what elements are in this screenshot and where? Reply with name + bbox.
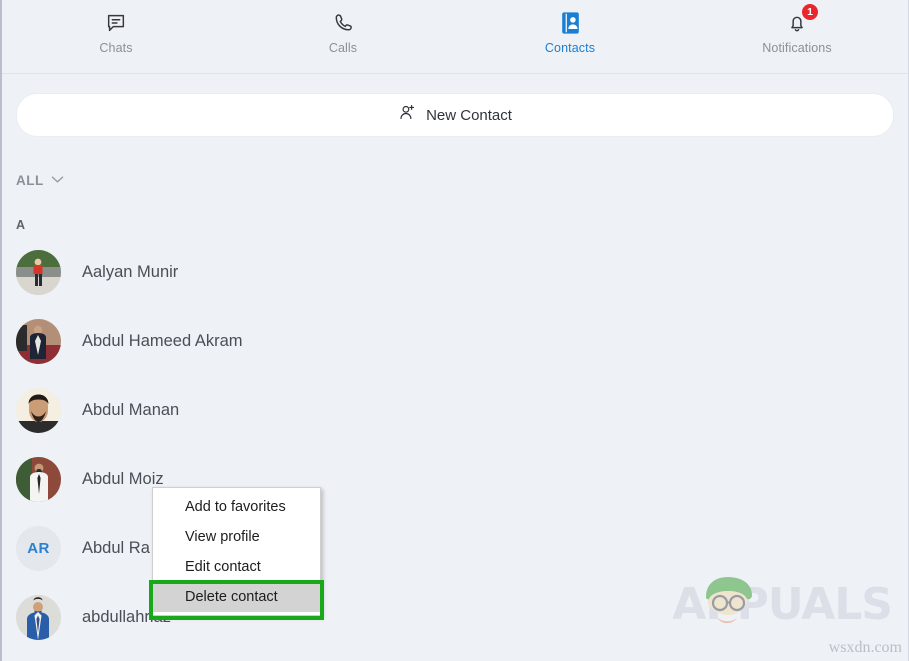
avatar <box>16 388 61 433</box>
new-contact-button[interactable]: New Contact <box>16 93 894 137</box>
contacts-filter-dropdown[interactable]: ALL <box>16 171 78 189</box>
nav-tab-calls[interactable]: Calls <box>283 9 403 55</box>
app-window: Chats Calls Contacts 1 Notifications New… <box>0 0 909 661</box>
notification-badge: 1 <box>802 4 818 20</box>
contact-list-item[interactable]: Abdul Hameed Akram <box>2 307 908 376</box>
chat-bubble-icon <box>105 9 127 37</box>
new-contact-label: New Contact <box>426 106 512 124</box>
person-plus-icon <box>398 103 417 127</box>
contact-name: Abdul Manan <box>82 401 180 419</box>
context-menu-item-view-profile[interactable]: View profile <box>153 522 320 552</box>
context-menu-item-edit-contact[interactable]: Edit contact <box>153 552 320 582</box>
context-menu-item-delete-contact[interactable]: Delete contact <box>153 582 320 612</box>
avatar <box>16 319 61 364</box>
contacts-section-header: A <box>16 218 26 232</box>
contacts-filter-label: ALL <box>16 172 44 188</box>
contact-list-item[interactable]: abdullahriaz <box>2 583 908 652</box>
nav-tab-contacts[interactable]: Contacts <box>510 9 630 55</box>
new-contact-section: New Contact <box>2 74 908 137</box>
nav-tab-notifications[interactable]: 1 Notifications <box>737 4 857 55</box>
contact-name: Abdul Ra <box>82 539 150 557</box>
nav-tab-chats[interactable]: Chats <box>56 9 176 55</box>
contacts-list: Aalyan Munir Abdul Hameed Akram Abdul Ma… <box>2 238 908 652</box>
context-menu-item-add-to-favorites[interactable]: Add to favorites <box>153 492 320 522</box>
nav-tab-contacts-label: Contacts <box>544 41 596 55</box>
contact-context-menu: Add to favorites View profile Edit conta… <box>152 487 321 616</box>
nav-tab-chats-label: Chats <box>99 41 133 55</box>
nav-tab-notifications-label: Notifications <box>762 41 832 55</box>
chevron-down-icon <box>51 171 64 189</box>
phone-icon <box>332 9 354 37</box>
contact-list-item[interactable]: Abdul Manan <box>2 376 908 445</box>
contact-list-item[interactable]: Aalyan Munir <box>2 238 908 307</box>
avatar-initials: AR <box>16 526 61 571</box>
contact-name: Abdul Hameed Akram <box>82 332 243 350</box>
avatar <box>16 595 61 640</box>
contact-name: Aalyan Munir <box>82 263 179 281</box>
contact-book-icon <box>559 9 582 37</box>
bell-icon: 1 <box>786 4 818 37</box>
contact-list-item[interactable]: AR Abdul Ra <box>2 514 908 583</box>
avatar <box>16 250 61 295</box>
top-navigation-bar: Chats Calls Contacts 1 Notifications <box>2 0 908 74</box>
nav-tab-calls-label: Calls <box>328 41 358 55</box>
contact-list-item[interactable]: Abdul Moiz <box>2 445 908 514</box>
avatar <box>16 457 61 502</box>
